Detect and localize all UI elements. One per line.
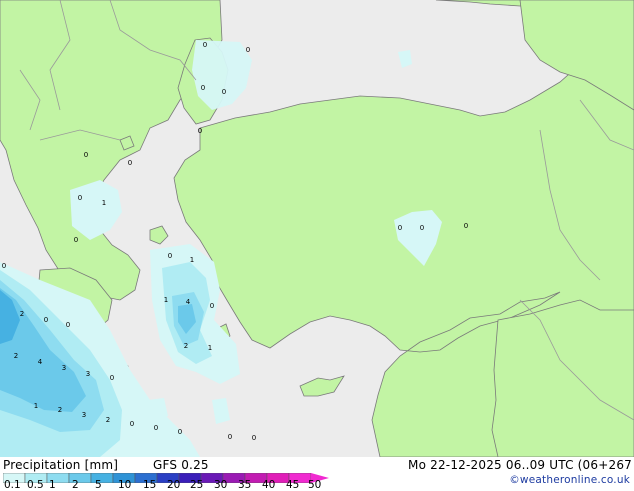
legend-title: Precipitation [mm]: [3, 458, 119, 472]
model-label: GFS 0.25: [153, 458, 209, 472]
map-viewer: 0 0 0 0 0 0 0 1 0 0 0 0 0 1 0 2 0 1 4 0 …: [0, 0, 634, 491]
valid-time: Mo 22-12-2025 06..09 UTC (06+267: [408, 458, 632, 472]
point-value: 1: [102, 199, 106, 207]
point-value: 1: [34, 402, 38, 410]
point-value: 0: [2, 262, 6, 270]
point-value: 0: [84, 151, 88, 159]
point-value: 2: [14, 352, 18, 360]
point-value: 0: [130, 420, 134, 428]
point-value: 4: [186, 298, 191, 306]
point-value: 2: [106, 416, 110, 424]
point-value: 0: [154, 424, 158, 432]
land-levant: [491, 299, 634, 457]
scale-label: 25: [190, 479, 204, 491]
point-value: 0: [201, 84, 205, 92]
scale-label: 15: [143, 479, 157, 491]
point-value: 0: [222, 88, 226, 96]
point-value: 0: [252, 434, 256, 442]
scale-label: 30: [214, 479, 228, 491]
credit-link[interactable]: ©weatheronline.co.uk: [509, 474, 630, 486]
point-value: 0: [228, 433, 232, 441]
color-scale-labels: 0.1 0.5 1 2 5 10 15 20 25 30 35 40 45 50: [0, 479, 340, 491]
scale-label: 0.1: [4, 479, 21, 491]
point-value: 3: [62, 364, 66, 372]
point-value: 1: [190, 256, 194, 264]
point-value: 2: [20, 310, 24, 318]
point-value: 0: [246, 46, 250, 54]
point-value: 0: [44, 316, 48, 324]
precipitation-map: 0 0 0 0 0 0 0 1 0 0 0 0 0 1 0 2 0 1 4 0 …: [0, 0, 634, 457]
scale-label: 1: [49, 479, 56, 491]
point-value: 1: [164, 296, 168, 304]
point-value: 0: [78, 194, 82, 202]
point-value: 0: [66, 321, 70, 329]
scale-label: 50: [308, 479, 322, 491]
scale-label: 5: [95, 479, 102, 491]
point-value: 0: [203, 41, 207, 49]
point-value: 2: [184, 342, 188, 350]
point-value: 3: [82, 411, 86, 419]
point-value: 0: [128, 159, 132, 167]
point-value: 0: [420, 224, 424, 232]
point-value: 2: [58, 406, 62, 414]
point-value: 0: [110, 374, 114, 382]
point-value: 3: [86, 370, 90, 378]
point-value: 0: [198, 127, 202, 135]
point-value: 0: [178, 428, 182, 436]
point-value: 0: [464, 222, 468, 230]
point-value: 4: [38, 358, 43, 366]
scale-label: 0.5: [27, 479, 44, 491]
scale-label: 2: [72, 479, 79, 491]
scale-label: 10: [118, 479, 132, 491]
scale-label: 45: [286, 479, 300, 491]
point-value: 0: [398, 224, 402, 232]
scale-label: 20: [167, 479, 181, 491]
point-value: 0: [74, 236, 78, 244]
point-value: 0: [210, 302, 214, 310]
point-value: 1: [208, 344, 212, 352]
scale-label: 35: [238, 479, 252, 491]
point-value: 0: [168, 252, 172, 260]
scale-label: 40: [262, 479, 276, 491]
